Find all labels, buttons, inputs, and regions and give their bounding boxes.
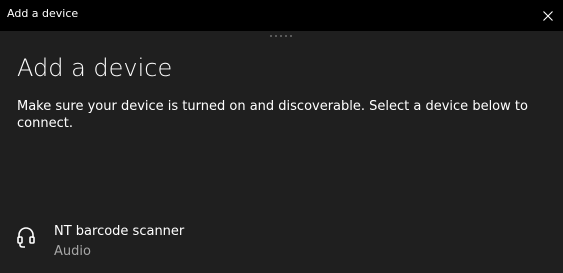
close-button[interactable] (533, 0, 563, 31)
drag-dot (270, 35, 272, 37)
device-type: Audio (54, 244, 91, 259)
add-device-window: Add a device Add a device Make sure your… (0, 0, 563, 273)
window-title: Add a device (7, 7, 79, 20)
title-bar[interactable]: Add a device (0, 0, 563, 31)
page-title: Add a device (17, 54, 173, 82)
drag-dot (290, 35, 292, 37)
instructions-text: Make sure your device is turned on and d… (17, 99, 528, 131)
headset-icon (17, 227, 35, 248)
device-name: NT barcode scanner (54, 224, 185, 239)
drag-dot (275, 35, 277, 37)
device-list-item[interactable]: NT barcode scanner Audio (17, 222, 317, 262)
close-icon (543, 10, 553, 21)
drag-dot (285, 35, 287, 37)
drag-dot (280, 35, 282, 37)
drag-handle[interactable] (270, 35, 292, 37)
